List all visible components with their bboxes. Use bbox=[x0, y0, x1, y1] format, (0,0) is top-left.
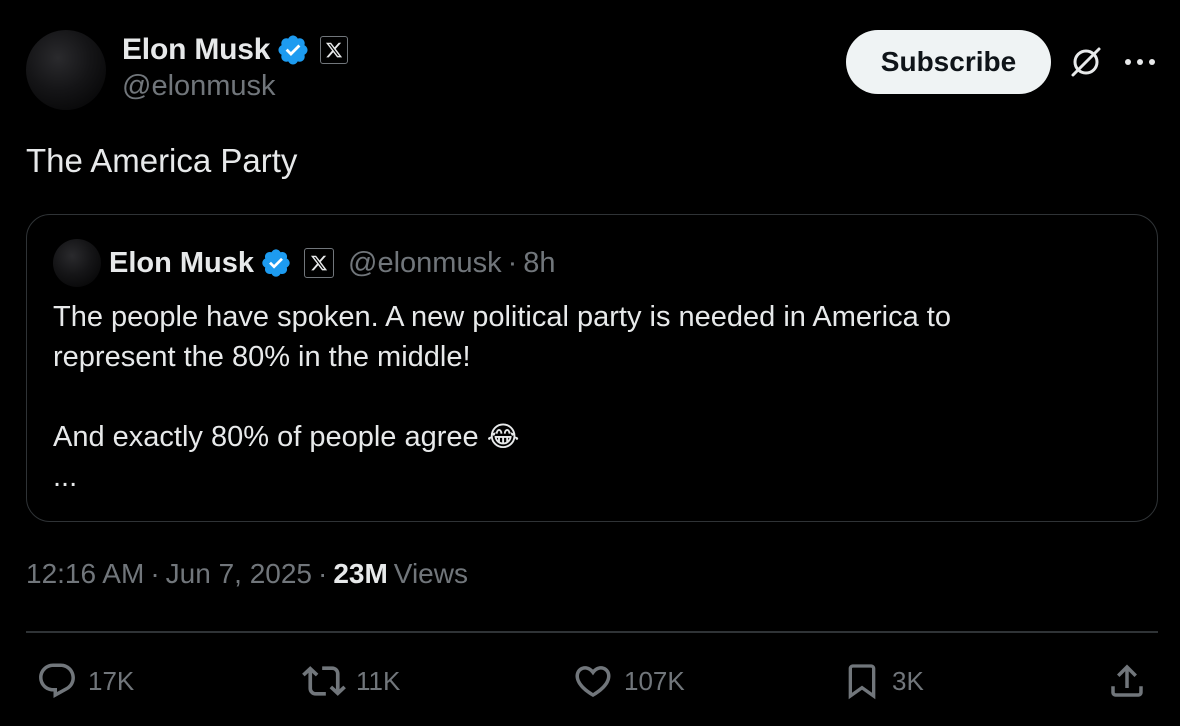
post-text: The America Party bbox=[26, 142, 298, 179]
verified-badge-icon[interactable] bbox=[276, 33, 310, 67]
views-count: 23M bbox=[333, 558, 388, 589]
bookmark-button[interactable]: 3K bbox=[842, 658, 924, 704]
bookmark-count: 3K bbox=[892, 665, 924, 696]
x-affiliate-icon[interactable] bbox=[320, 36, 349, 64]
repost-button[interactable]: 11K bbox=[302, 658, 400, 704]
views-label: Views bbox=[393, 558, 468, 589]
quoted-x-affiliate-icon bbox=[304, 248, 335, 278]
share-icon bbox=[1106, 660, 1148, 702]
quoted-text-line-with-emoji: And exactly 80% of people agree 😂 bbox=[53, 417, 1113, 457]
post-date[interactable]: Jun 7, 2025 bbox=[166, 558, 312, 590]
repost-count: 11K bbox=[356, 665, 401, 696]
quoted-author-name: Elon Musk bbox=[109, 246, 255, 279]
quoted-post-text: The people have spoken. A new political … bbox=[53, 297, 1113, 497]
quoted-text-line: represent the 80% in the middle! bbox=[53, 341, 471, 373]
quoted-verified-badge-icon bbox=[260, 247, 292, 279]
like-count: 107K bbox=[624, 665, 685, 696]
quoted-author-avatar bbox=[53, 239, 101, 287]
post-meta: 12:16 AM · Jun 7, 2025 · 23M Views bbox=[26, 558, 468, 590]
quoted-text-line bbox=[53, 377, 1113, 417]
meta-separator: · bbox=[150, 558, 160, 589]
heart-icon bbox=[572, 660, 614, 702]
quoted-post-time: 8h bbox=[523, 246, 556, 279]
subscribe-button[interactable]: Subscribe bbox=[846, 30, 1051, 94]
author-name[interactable]: Elon Musk bbox=[122, 33, 270, 67]
bookmark-icon bbox=[842, 660, 882, 702]
author-avatar[interactable] bbox=[26, 30, 106, 110]
like-button[interactable]: 107K bbox=[572, 658, 685, 704]
quoted-post-card[interactable]: Elon Musk @elonmusk · 8h The people have… bbox=[26, 214, 1158, 522]
quoted-text-line: And exactly 80% of people agree bbox=[53, 421, 479, 453]
post-time[interactable]: 12:16 AM bbox=[26, 558, 144, 590]
laughing-tears-emoji-icon: 😂 bbox=[486, 420, 520, 453]
more-options-icon[interactable] bbox=[1120, 46, 1160, 78]
repost-icon bbox=[302, 659, 346, 703]
author-handle[interactable]: @elonmusk bbox=[122, 70, 276, 103]
grok-icon[interactable] bbox=[1066, 42, 1106, 82]
quoted-author-handle: @elonmusk bbox=[348, 246, 502, 279]
reply-count: 17K bbox=[88, 665, 135, 696]
quoted-text-ellipsis: ... bbox=[53, 461, 78, 493]
quoted-text-line: The people have spoken. A new political … bbox=[53, 301, 951, 333]
reply-button[interactable]: 17K bbox=[36, 658, 134, 704]
divider bbox=[26, 631, 1158, 633]
quoted-separator: · bbox=[507, 246, 518, 279]
author-name-row: Elon Musk bbox=[122, 30, 349, 70]
reply-icon bbox=[36, 660, 78, 702]
share-button[interactable] bbox=[1106, 658, 1148, 704]
quoted-post-header: Elon Musk @elonmusk · 8h bbox=[109, 243, 556, 283]
meta-separator: · bbox=[317, 558, 328, 589]
